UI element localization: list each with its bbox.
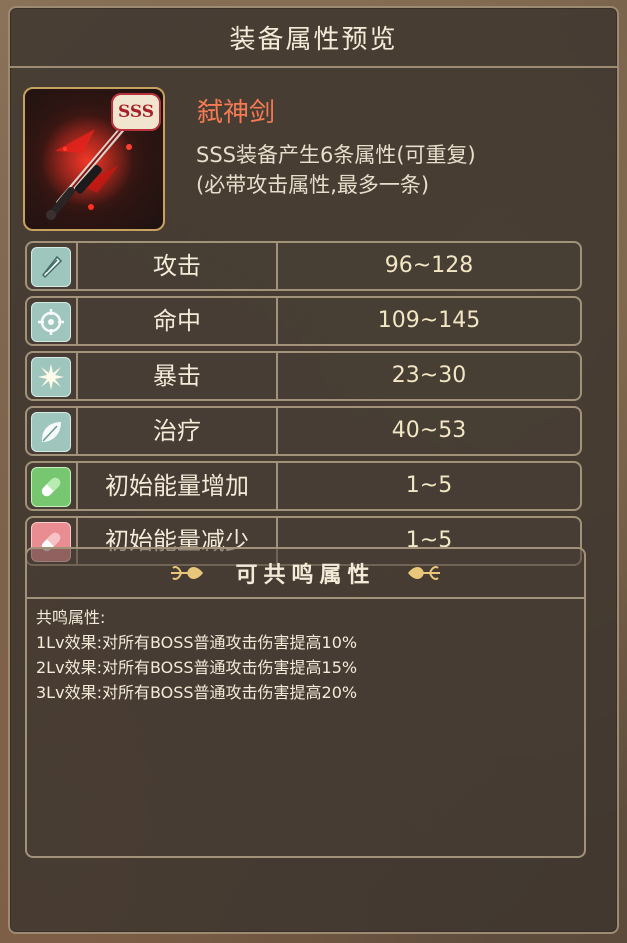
stat-value: 40~53 xyxy=(391,418,467,443)
resonance-line: 1Lv效果:对所有BOSS普通攻击伤害提高10% xyxy=(36,633,358,652)
ornament-right-icon xyxy=(407,566,440,580)
stat-name: 初始能量增加 xyxy=(105,472,249,500)
stat-value: 23~30 xyxy=(391,363,467,388)
rank-badge: SSS xyxy=(111,93,161,131)
item-description-line: (必带攻击属性,最多一条) xyxy=(196,173,430,197)
resonance-line: 3Lv效果:对所有BOSS普通攻击伤害提高20% xyxy=(36,683,358,702)
panel-title: 装备属性预览 xyxy=(229,24,398,55)
stat-name: 治疗 xyxy=(153,417,201,445)
resonance-body: 共鸣属性: 1Lv效果:对所有BOSS普通攻击伤害提高10% 2Lv效果:对所有… xyxy=(36,605,357,705)
burst-icon xyxy=(31,357,71,397)
stat-value: 1~5 xyxy=(405,473,453,498)
stat-row-heal: 治疗 40~53 xyxy=(25,406,582,456)
stat-value: 109~145 xyxy=(377,308,481,333)
stat-name: 命中 xyxy=(153,307,201,335)
stat-name: 攻击 xyxy=(153,252,201,280)
item-description: SSS装备产生6条属性(可重复) (必带攻击属性,最多一条) xyxy=(196,140,476,200)
resonance-line: 2Lv效果:对所有BOSS普通攻击伤害提高15% xyxy=(36,658,358,677)
title-bar: 装备属性预览 xyxy=(10,8,617,68)
crosshair-icon xyxy=(31,302,71,342)
stat-row-energy-increase: 初始能量增加 1~5 xyxy=(25,461,582,511)
resonance-line: 共鸣属性: xyxy=(36,608,106,627)
item-icon-frame[interactable]: SSS xyxy=(23,87,165,231)
stat-table: 攻击 96~128 命中 109~145 暴击 23~30 治疗 40~53 初… xyxy=(25,241,582,571)
stat-row-accuracy: 命中 109~145 xyxy=(25,296,582,346)
sword-nib-icon xyxy=(31,247,71,287)
pill-icon xyxy=(31,467,71,507)
leaf-icon xyxy=(31,412,71,452)
stat-row-critical: 暴击 23~30 xyxy=(25,351,582,401)
item-description-line: SSS装备产生6条属性(可重复) xyxy=(196,143,476,167)
stat-name: 暴击 xyxy=(153,362,201,390)
ornament-left-icon xyxy=(171,566,204,580)
resonance-panel: 可共鸣属性 共鸣属性: 1Lv效果:对所有BOSS普通攻击伤害提高10% 2Lv… xyxy=(25,547,586,858)
stat-row-attack: 攻击 96~128 xyxy=(25,241,582,291)
resonance-title: 可共鸣属性 xyxy=(235,563,376,588)
resonance-header: 可共鸣属性 xyxy=(27,549,584,599)
stat-value: 96~128 xyxy=(384,253,474,278)
item-name: 弑神剑 xyxy=(197,98,276,128)
